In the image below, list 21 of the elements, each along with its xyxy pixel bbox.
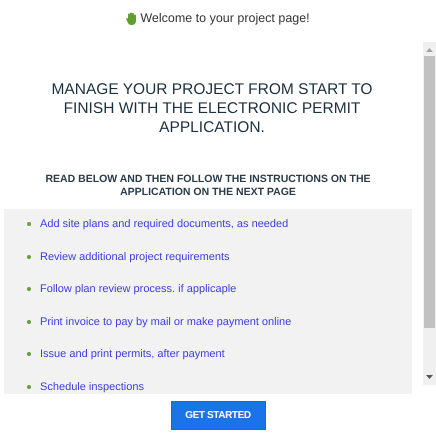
page-title: Welcome to your project page! — [140, 11, 310, 25]
scroll-up-icon[interactable] — [426, 48, 433, 52]
hand-icon — [126, 12, 138, 24]
scroll-down-icon[interactable] — [426, 375, 433, 379]
step-text: Issue and print permits, after payment — [40, 348, 225, 360]
step-text: Print invoice to pay by mail or make payment online — [40, 316, 292, 328]
step-text: Follow plan review process. if applicaple — [40, 283, 236, 295]
step-text: Add site plans and required documents, as needed — [40, 218, 288, 230]
bullet-icon — [27, 222, 31, 226]
scroll-thumb[interactable] — [424, 56, 435, 328]
step-text: Schedule inspections — [40, 380, 144, 392]
bullet-icon — [27, 254, 31, 258]
bullet-icon — [27, 384, 31, 388]
bullet-icon — [27, 287, 31, 291]
instructions-heading: READ BELOW AND THEN FOLLOW THE INSTRUCTIONS ON THE APPLICATION ON THE NEXT PAGE — [44, 173, 372, 199]
bullet-icon — [27, 352, 31, 356]
get-started-button[interactable]: GET STARTED — [170, 401, 266, 430]
step-text: Review additional project requirements — [40, 250, 230, 262]
scrollbar[interactable] — [423, 42, 436, 385]
headline: MANAGE YOUR PROJECT FROM START TO FINISH WITH THE ELECTRONIC PERMIT APPLICATION. — [50, 80, 374, 137]
bullet-icon — [27, 320, 31, 324]
